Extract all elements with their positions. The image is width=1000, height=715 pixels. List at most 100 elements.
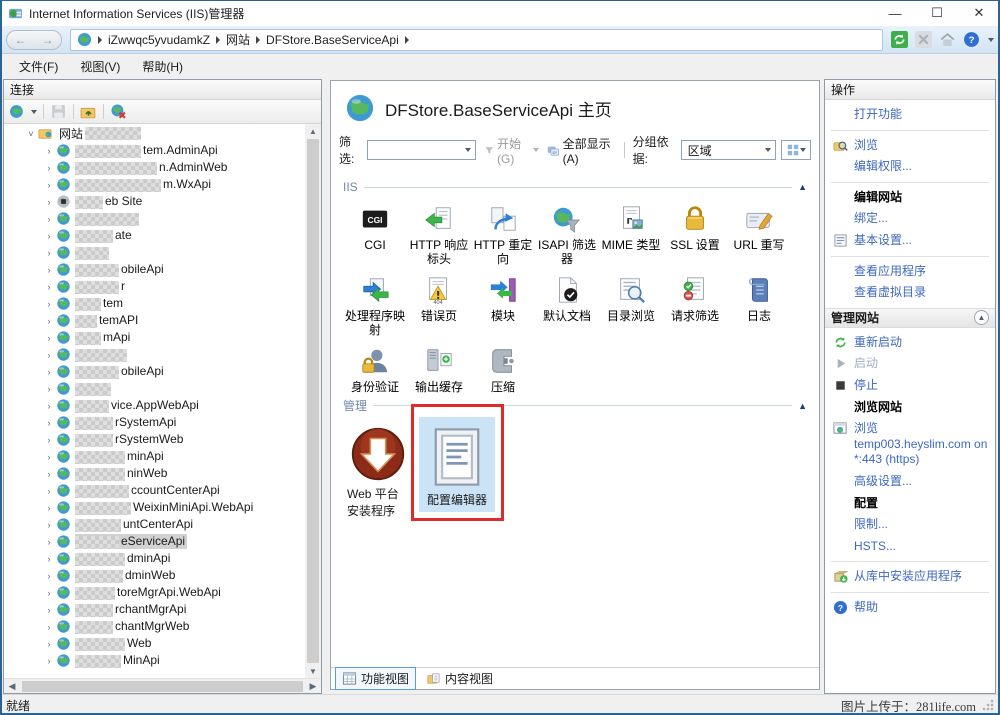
back-forward-buttons[interactable]: ←→ (6, 30, 62, 50)
tree-node-site[interactable]: › toreMgrApi.WebApi (4, 584, 305, 601)
breadcrumb-sites[interactable]: 网站 (226, 31, 250, 48)
feature-http-redirect[interactable]: HTTP 重定向 (471, 196, 535, 267)
filter-input[interactable] (367, 140, 476, 160)
expand-arrow-icon[interactable]: › (44, 656, 54, 666)
chevron-down-icon[interactable] (765, 148, 771, 152)
expand-arrow-icon[interactable]: › (44, 384, 54, 394)
tree-node-site[interactable]: › dminWeb (4, 567, 305, 584)
chevron-down-icon[interactable] (465, 148, 471, 152)
collapse-section-icon[interactable]: ▲ (974, 310, 989, 325)
expand-arrow-icon[interactable]: › (44, 486, 54, 496)
expand-arrow-icon[interactable]: › (44, 401, 54, 411)
breadcrumb-server[interactable]: iZwwqc5yvudamkZ (108, 33, 210, 47)
tree-node-site[interactable]: › eb Site (4, 193, 305, 210)
action-item[interactable]: 限制... (825, 514, 995, 536)
tree-node-site[interactable]: › rSystemWeb (4, 431, 305, 448)
collapse-arrow-icon[interactable]: ˅ (26, 129, 36, 139)
expand-arrow-icon[interactable]: › (44, 418, 54, 428)
expand-arrow-icon[interactable]: › (44, 605, 54, 615)
up-level-icon[interactable] (80, 103, 97, 120)
feature-cgi[interactable]: CGI CGI (343, 196, 407, 267)
help-icon[interactable]: ? (963, 31, 980, 48)
expand-arrow-icon[interactable]: › (44, 435, 54, 445)
feature-handler-mappings[interactable]: 处理程序映射 (343, 267, 407, 338)
expand-arrow-icon[interactable]: › (44, 520, 54, 530)
action-item[interactable]: 停止 (825, 375, 995, 397)
feature-web-platform-installer[interactable]: Web 平台安装程序 (343, 417, 413, 523)
action-item[interactable]: 绑定... (825, 208, 995, 230)
minimize-button[interactable]: — (874, 0, 916, 26)
action-item[interactable]: 编辑权限... (825, 156, 995, 178)
feature-request-filtering[interactable]: 请求筛选 (663, 267, 727, 338)
back-icon[interactable]: ← (15, 33, 27, 47)
tree-node-site[interactable]: › rchantMgrApi (4, 601, 305, 618)
action-item[interactable]: 查看虚拟目录 (825, 282, 995, 304)
tree-node-site[interactable]: › obileApi (4, 363, 305, 380)
menu-file[interactable]: 文件(F) (10, 55, 67, 78)
tree-node-site[interactable]: › (4, 210, 305, 227)
expand-arrow-icon[interactable]: › (44, 197, 54, 207)
tab-内容视图[interactable]: 内容视图 (420, 668, 499, 689)
tree-node-site[interactable]: › minApi (4, 448, 305, 465)
chevron-down-icon[interactable] (800, 148, 806, 152)
tree-node-site[interactable]: › (4, 346, 305, 363)
feature-mime-types[interactable]: MIME 类型 (599, 196, 663, 267)
action-item[interactable]: 高级设置... (825, 471, 995, 493)
breadcrumb[interactable]: iZwwqc5yvudamkZ 网站 DFStore.BaseServiceAp… (70, 29, 883, 51)
action-item[interactable]: 打开功能 (825, 104, 995, 126)
expand-arrow-icon[interactable]: › (44, 333, 54, 343)
expand-arrow-icon[interactable]: › (44, 299, 54, 309)
resize-grip[interactable] (982, 699, 994, 711)
delete-connection-icon[interactable] (110, 103, 127, 120)
tree-node-site[interactable]: › rSystemApi (4, 414, 305, 431)
expand-arrow-icon[interactable]: › (44, 537, 54, 547)
tree-node-site[interactable]: › untCenterApi (4, 516, 305, 533)
tree-node-sites[interactable]: ˅ 网站 (4, 125, 305, 142)
expand-arrow-icon[interactable]: › (44, 503, 54, 513)
feature-configuration-editor[interactable]: 配置编辑器 (419, 417, 495, 512)
scroll-down-icon[interactable]: ▼ (305, 664, 321, 678)
tree-vertical-scrollbar[interactable]: ▲ ▼ (305, 124, 321, 678)
tree-node-site[interactable]: › n.AdminWeb (4, 159, 305, 176)
expand-arrow-icon[interactable]: › (44, 231, 54, 241)
expand-arrow-icon[interactable]: › (44, 248, 54, 258)
expand-arrow-icon[interactable]: › (44, 571, 54, 581)
feature-directory-browsing[interactable]: 目录浏览 (599, 267, 663, 338)
show-all-button[interactable]: 全部显示(A) (547, 135, 616, 166)
group-by-select[interactable]: 区域 (681, 140, 776, 160)
expand-arrow-icon[interactable]: › (44, 214, 54, 224)
feature-authentication[interactable]: 身份验证 (343, 338, 407, 394)
tab-功能视图[interactable]: 功能视图 (335, 667, 416, 690)
expand-arrow-icon[interactable]: › (44, 588, 54, 598)
feature-modules[interactable]: 模块 (471, 267, 535, 338)
tree-node-site[interactable]: › (4, 244, 305, 261)
expand-arrow-icon[interactable]: › (44, 469, 54, 479)
tree-node-site[interactable]: › r (4, 278, 305, 295)
tree-node-site[interactable]: › eServiceApi (4, 533, 305, 550)
tree-node-site[interactable]: › ate (4, 227, 305, 244)
tree-node-site[interactable]: › MinApi (4, 652, 305, 669)
breadcrumb-current-site[interactable]: DFStore.BaseServiceApi (266, 33, 399, 47)
action-item[interactable]: 浏览 temp003.heyslim.com on *:443 (https) (825, 418, 995, 471)
action-item[interactable]: 查看应用程序 (825, 261, 995, 283)
expand-arrow-icon[interactable]: › (44, 265, 54, 275)
feature-ssl-settings[interactable]: SSL 设置 (663, 196, 727, 267)
scrollbar-thumb[interactable] (22, 681, 303, 692)
tree-node-site[interactable]: › (4, 380, 305, 397)
feature-compression[interactable]: 压缩 (471, 338, 535, 394)
maximize-button[interactable]: ☐ (916, 0, 958, 26)
expand-arrow-icon[interactable]: › (44, 163, 54, 173)
create-connection-dropdown-icon[interactable] (31, 110, 37, 114)
action-item[interactable]: 基本设置... (825, 230, 995, 252)
scroll-up-icon[interactable]: ▲ (305, 124, 321, 138)
tree-node-site[interactable]: › m.WxApi (4, 176, 305, 193)
feature-default-document[interactable]: 默认文档 (535, 267, 599, 338)
menu-help[interactable]: 帮助(H) (133, 55, 192, 78)
tree-node-site[interactable]: › temAPI (4, 312, 305, 329)
action-item[interactable]: 浏览 (825, 135, 995, 157)
action-item[interactable]: ? 帮助 (825, 597, 995, 619)
scrollbar-thumb[interactable] (307, 139, 319, 663)
home-toolbar-icon[interactable] (939, 31, 956, 48)
action-item[interactable]: 重新启动 (825, 332, 995, 354)
collapse-section-icon[interactable]: ▲ (798, 401, 809, 411)
